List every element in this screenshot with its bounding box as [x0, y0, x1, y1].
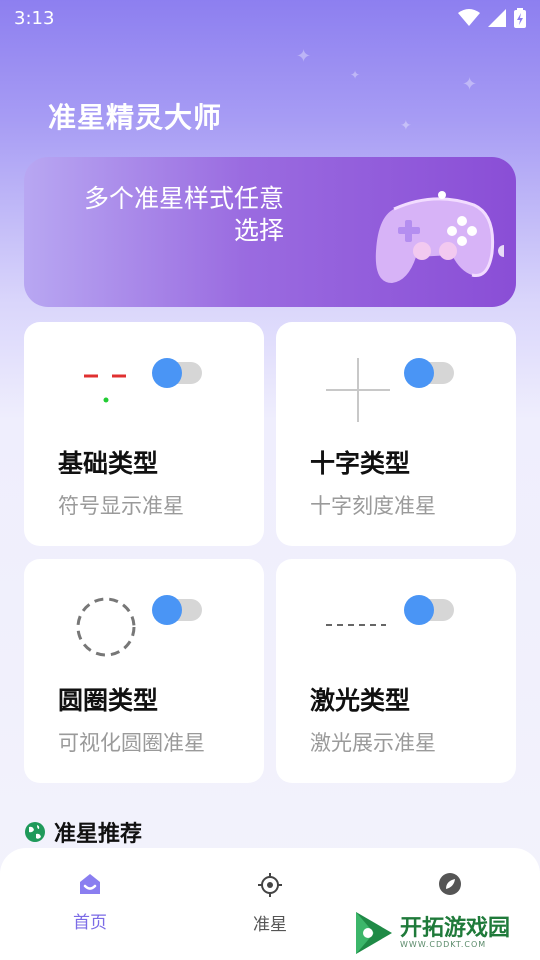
crosshair-card-cross[interactable]: 十字类型 十字刻度准星 — [276, 322, 516, 546]
toggle-knob — [152, 358, 182, 388]
toggle-knob — [404, 358, 434, 388]
circle-toggle[interactable] — [152, 595, 202, 625]
watermark-url: WWW.CDDKT.COM — [400, 939, 487, 949]
globe-icon — [25, 822, 45, 842]
leaf-icon — [439, 873, 461, 895]
status-time: 3:13 — [14, 7, 55, 29]
battery-icon — [514, 8, 526, 28]
laser-toggle[interactable] — [404, 595, 454, 625]
watermark-text-block: 开拓游戏园 WWW.CDDKT.COM — [400, 915, 511, 949]
watermark-name: 开拓游戏园 — [400, 915, 511, 941]
banner-text: 多个准星样式任意选择 — [83, 184, 284, 245]
nav-label-crosshair: 准星 — [253, 915, 287, 935]
card-title: 圆圈类型 — [58, 686, 159, 715]
decorative-star-icon: ✦ — [400, 118, 412, 134]
crosshair-card-basic[interactable]: 基础类型 符号显示准星 — [24, 322, 264, 546]
watermark-logo: 开拓游戏园 WWW.CDDKT.COM — [352, 906, 540, 960]
section-title: 准星推荐 — [24, 816, 142, 848]
gamepad-icon — [375, 191, 504, 283]
crosshair-card-circle[interactable]: 圆圈类型 可视化圆圈准星 — [24, 559, 264, 783]
cross-toggle[interactable] — [404, 358, 454, 388]
card-title: 激光类型 — [310, 686, 411, 715]
watermark-play-icon — [356, 912, 392, 954]
section-title-text: 准星推荐 — [54, 822, 143, 847]
crosshair-card-laser[interactable]: 激光类型 激光展示准星 — [276, 559, 516, 783]
status-icons — [458, 8, 526, 28]
nav-label-home: 首页 — [73, 913, 107, 933]
toggle-knob — [152, 595, 182, 625]
wifi-icon — [458, 9, 480, 26]
card-subtitle: 可视化圆圈准星 — [58, 731, 205, 755]
home-icon — [80, 874, 100, 894]
card-title: 十字类型 — [310, 449, 411, 478]
promo-banner[interactable]: 多个准星样式任意选择 — [24, 157, 516, 307]
nav-item-home[interactable]: 首页 — [40, 872, 140, 933]
app-title: 准星精灵大师 — [48, 101, 223, 134]
basic-toggle[interactable] — [152, 358, 202, 388]
nav-item-third[interactable] — [400, 872, 500, 908]
card-subtitle: 符号显示准星 — [58, 494, 184, 518]
card-subtitle: 激光展示准星 — [310, 731, 436, 755]
decorative-star-icon: ✦ — [296, 46, 312, 67]
decorative-star-icon: ✦ — [350, 68, 361, 82]
toggle-knob — [404, 595, 434, 625]
card-subtitle: 十字刻度准星 — [310, 494, 436, 518]
laser-crosshair-icon — [326, 624, 386, 626]
basic-crosshair-icon — [84, 374, 126, 403]
circle-crosshair-icon — [76, 597, 136, 657]
cross-crosshair-icon — [326, 358, 390, 422]
card-title: 基础类型 — [58, 449, 159, 478]
signal-icon — [488, 9, 506, 27]
crosshair-icon — [258, 873, 282, 897]
decorative-star-icon: ✦ — [462, 74, 478, 95]
nav-item-crosshair[interactable]: 准星 — [220, 872, 320, 935]
status-bar: 3:13 — [0, 0, 540, 36]
